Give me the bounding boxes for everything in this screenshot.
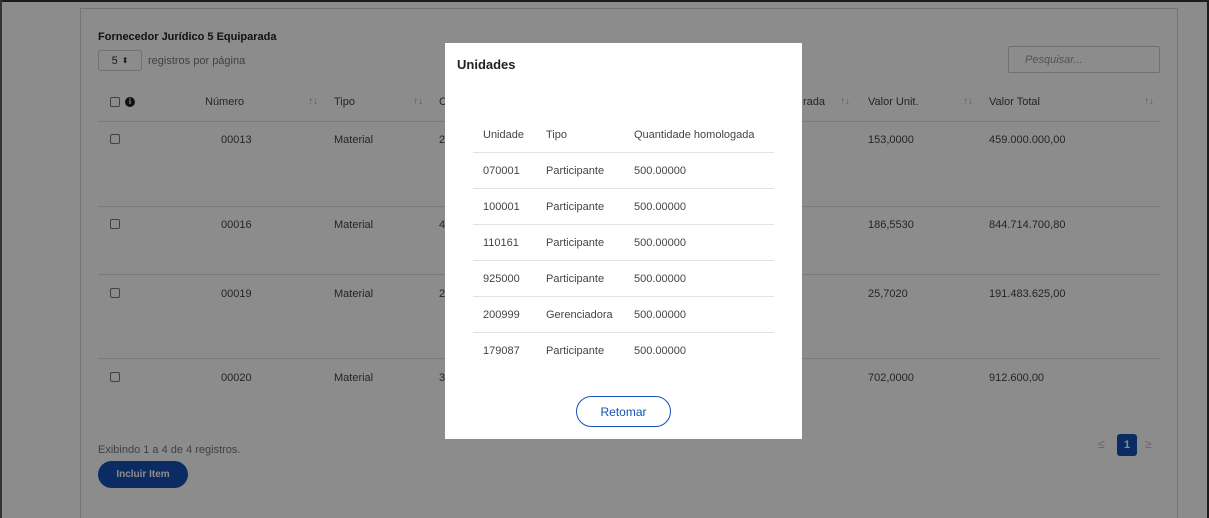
cell-unidade: 925000	[483, 273, 520, 285]
header-quantidade: Quantidade homologada	[634, 129, 755, 141]
unidade-row: 179087 Participante 500.00000	[473, 333, 774, 369]
cell-unidade: 100001	[483, 201, 520, 213]
cell-quantidade: 500.00000	[634, 237, 686, 249]
cell-quantidade: 500.00000	[634, 309, 686, 321]
unidade-row: 100001 Participante 500.00000	[473, 189, 774, 225]
cell-tipo: Participante	[546, 201, 605, 213]
unidade-row: 925000 Participante 500.00000	[473, 261, 774, 297]
cell-unidade: 110161	[483, 237, 519, 249]
header-unidade: Unidade	[483, 129, 524, 141]
cell-unidade: 070001	[483, 165, 520, 177]
retomar-button[interactable]: Retomar	[576, 396, 671, 427]
cell-tipo: Participante	[546, 237, 605, 249]
modal-title: Unidades	[457, 57, 516, 72]
unidades-table: Unidade Tipo Quantidade homologada 07000…	[473, 117, 774, 369]
cell-tipo: Participante	[546, 273, 605, 285]
unidades-table-header: Unidade Tipo Quantidade homologada	[473, 117, 774, 153]
cell-quantidade: 500.00000	[634, 345, 686, 357]
cell-unidade: 179087	[483, 345, 520, 357]
unidades-modal: Unidades Unidade Tipo Quantidade homolog…	[445, 43, 802, 439]
cell-quantidade: 500.00000	[634, 273, 686, 285]
cell-tipo: Participante	[546, 345, 605, 357]
cell-quantidade: 500.00000	[634, 165, 686, 177]
cell-tipo: Participante	[546, 165, 605, 177]
cell-tipo: Gerenciadora	[546, 309, 613, 321]
unidade-row: 070001 Participante 500.00000	[473, 153, 774, 189]
cell-quantidade: 500.00000	[634, 201, 686, 213]
unidade-row: 200999 Gerenciadora 500.00000	[473, 297, 774, 333]
unidade-row: 110161 Participante 500.00000	[473, 225, 774, 261]
cell-unidade: 200999	[483, 309, 520, 321]
header-tipo: Tipo	[546, 129, 567, 141]
